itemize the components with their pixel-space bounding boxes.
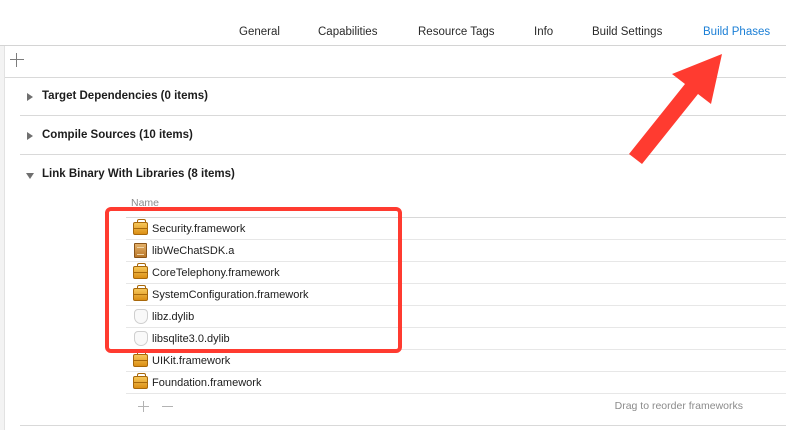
tab-resource-tags[interactable]: Resource Tags bbox=[418, 26, 495, 38]
target-list-edge bbox=[0, 46, 5, 430]
library-name: Foundation.framework bbox=[152, 377, 262, 389]
reorder-hint: Drag to reorder frameworks bbox=[614, 400, 743, 412]
library-list-footer: Drag to reorder frameworks bbox=[126, 396, 786, 420]
tab-info[interactable]: Info bbox=[534, 26, 553, 38]
phase-title: Compile Sources (10 items) bbox=[42, 129, 193, 141]
framework-icon bbox=[133, 373, 148, 389]
add-library-button[interactable] bbox=[138, 401, 149, 412]
disclosure-triangle-icon[interactable] bbox=[27, 132, 33, 140]
phase-title: Target Dependencies (0 items) bbox=[42, 90, 208, 102]
library-name: UIKit.framework bbox=[152, 355, 231, 367]
tab-bar: General Capabilities Resource Tags Info … bbox=[0, 0, 786, 46]
phase-target-dependencies[interactable]: Target Dependencies (0 items) bbox=[20, 78, 786, 116]
target-list-header bbox=[0, 0, 225, 46]
phase-title: Link Binary With Libraries (8 items) bbox=[42, 168, 235, 180]
tab-build-phases[interactable]: Build Phases bbox=[703, 26, 770, 38]
add-build-phase-icon[interactable] bbox=[10, 53, 24, 67]
phase-compile-sources[interactable]: Compile Sources (10 items) bbox=[20, 117, 786, 155]
remove-library-button[interactable] bbox=[162, 401, 173, 412]
divider bbox=[20, 425, 786, 426]
disclosure-triangle-open-icon[interactable] bbox=[26, 173, 34, 179]
tab-build-settings[interactable]: Build Settings bbox=[592, 26, 662, 38]
editor-tabs: General Capabilities Resource Tags Info … bbox=[225, 0, 786, 46]
tab-capabilities[interactable]: Capabilities bbox=[318, 26, 377, 38]
phase-link-binary[interactable]: Link Binary With Libraries (8 items) bbox=[20, 156, 786, 194]
add-phase-bar bbox=[5, 46, 786, 78]
library-row[interactable]: UIKit.framework bbox=[126, 350, 786, 372]
framework-icon bbox=[133, 351, 148, 367]
disclosure-triangle-icon[interactable] bbox=[27, 93, 33, 101]
tab-general[interactable]: General bbox=[239, 26, 280, 38]
library-row[interactable]: Foundation.framework bbox=[126, 372, 786, 394]
annotation-highlight-box bbox=[105, 207, 402, 353]
